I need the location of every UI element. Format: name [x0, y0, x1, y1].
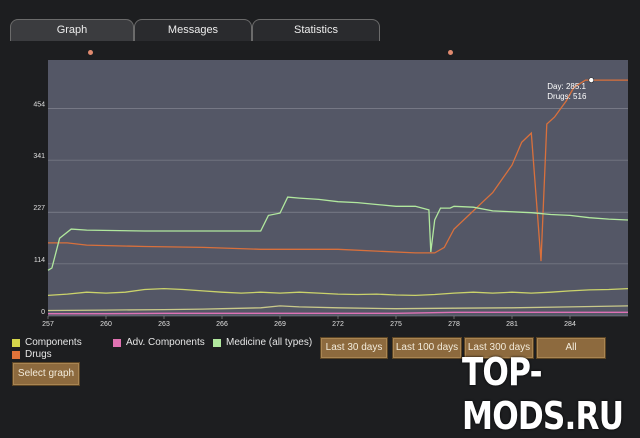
x-tick-label: 266 [216, 321, 228, 328]
x-tick-label: 272 [332, 321, 344, 328]
legend-label: Components [25, 337, 82, 348]
y-tick-label: 0 [41, 309, 45, 316]
legend-medicine: Medicine (all types) [213, 337, 312, 348]
x-tick-label: 269 [274, 321, 286, 328]
hover-point [588, 77, 595, 83]
last-30-days-button[interactable]: Last 30 days [320, 337, 388, 359]
legend-swatch [213, 338, 221, 347]
legend-label: Medicine (all types) [226, 337, 313, 348]
legend-drugs: Drugs [12, 349, 52, 360]
legend-swatch [113, 338, 121, 347]
y-tick-label: 227 [33, 205, 45, 212]
legend-components: Components [12, 337, 82, 348]
tab-messages[interactable]: Messages [134, 19, 252, 41]
legend-swatch [12, 338, 20, 347]
tab-statistics[interactable]: Statistics [252, 19, 380, 41]
last-100-days-button[interactable]: Last 100 days [392, 337, 462, 359]
x-tick-label: 257 [42, 321, 54, 328]
x-tick-label: 260 [100, 321, 112, 328]
y-tick-label: 454 [33, 101, 45, 108]
x-tick-label: 263 [158, 321, 170, 328]
select-graph-button[interactable]: Select graph [12, 362, 80, 386]
legend-label: Drugs [25, 349, 52, 360]
plot-area [48, 60, 628, 316]
x-tick-label: 278 [448, 321, 460, 328]
history-graph[interactable]: 0 114 227 341 454 257 260 263 266 269 272 275 278 281… [0, 50, 640, 330]
y-tick-label: 341 [33, 153, 45, 160]
y-tick-label: 114 [34, 257, 45, 264]
x-tick-label: 284 [564, 321, 576, 328]
legend-label: Adv. Components [126, 337, 205, 348]
tooltip-value: Drugs: 516 [547, 92, 587, 101]
tooltip-day: Day: 285.1 [547, 82, 586, 91]
legend-adv-components: Adv. Components [113, 337, 205, 348]
legend-swatch [12, 350, 20, 359]
tab-graph[interactable]: Graph [10, 19, 134, 41]
watermark-logo: TOP-MODS.RU [462, 350, 624, 438]
x-tick-label: 275 [390, 321, 402, 328]
x-tick-label: 281 [506, 321, 518, 328]
